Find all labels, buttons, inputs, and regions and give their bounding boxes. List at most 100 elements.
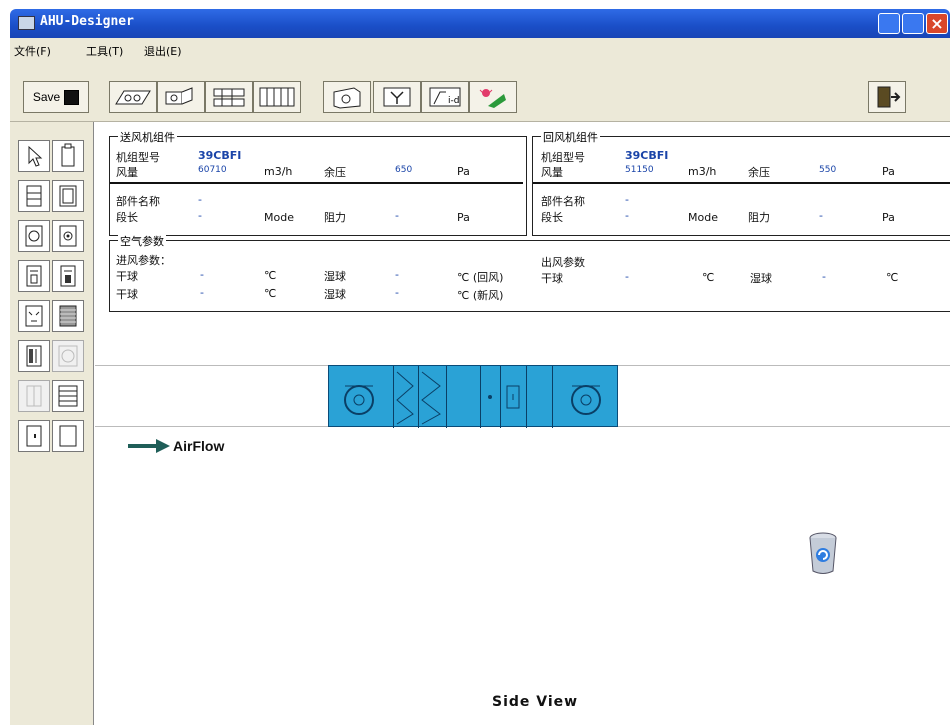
supply-group-title: 送风机组件 <box>118 129 177 145</box>
supply-resistance-unit: Pa <box>457 211 470 224</box>
fresh-air-label: ℃ (新风) <box>457 289 504 302</box>
air-params-group: 空气参数 进风参数： 干球 - ℃ 湿球 - ℃ (回风) 干球 - ℃ 湿球 … <box>109 233 950 312</box>
supply-pressure-unit: Pa <box>457 165 470 178</box>
unit-3d-view-icon[interactable] <box>323 81 371 113</box>
fan-section-icon[interactable] <box>18 220 50 252</box>
inlet-drybulb-return-value: - <box>200 268 204 281</box>
outlet-wetbulb-label: 湿球 <box>750 272 772 285</box>
return-pressure-unit: Pa <box>882 165 895 178</box>
return-fan-section[interactable] <box>552 366 618 428</box>
inlet-wetbulb-return-label: 湿球 <box>324 270 346 283</box>
supply-resistance-label: 阻力 <box>324 211 346 224</box>
wheel-section-icon <box>52 340 84 372</box>
return-mode-label: Mode <box>688 211 718 224</box>
svg-text:i-d: i-d <box>448 96 459 106</box>
air-params-title: 空气参数 <box>118 233 166 249</box>
return-model-label: 机组型号 <box>541 151 585 164</box>
access-section[interactable] <box>526 366 553 428</box>
return-fan-group: 回风机组件 机组型号 39CBFI 风量 51150 m3/h 余压 550 P… <box>532 129 950 236</box>
app-icon <box>18 16 35 30</box>
inlet-drybulb-fresh-value: - <box>200 286 204 299</box>
door-section-icon[interactable] <box>18 420 50 452</box>
component-grid-tool-icon[interactable] <box>205 81 253 113</box>
return-resistance-label: 阻力 <box>748 211 770 224</box>
supply-part-name-label: 部件名称 <box>116 195 160 208</box>
menu-tools[interactable]: 工具(T) <box>86 43 123 59</box>
access-section-icon <box>18 380 50 412</box>
inlet-drybulb-return-unit: ℃ <box>264 269 277 282</box>
louver-section-icon[interactable] <box>52 380 84 412</box>
plug-fan-section-icon[interactable] <box>52 220 84 252</box>
supply-model-label: 机组型号 <box>116 151 160 164</box>
cooling-coil-icon[interactable] <box>52 260 84 292</box>
heating-section[interactable] <box>480 366 501 428</box>
title-bar[interactable]: AHU-Designer × <box>10 9 950 38</box>
filter-bank-tool-icon[interactable] <box>253 81 301 113</box>
menu-exit[interactable]: 退出(E) <box>144 43 182 59</box>
return-pressure-label: 余压 <box>748 166 770 179</box>
supply-section-length-value: - <box>198 209 202 222</box>
return-air-label: ℃ (回风) <box>457 271 504 284</box>
design-canvas[interactable]: 送风机组件 机组型号 39CBFI 风量 60710 m3/h 余压 650 P… <box>95 122 950 725</box>
heating-coil-icon[interactable] <box>18 260 50 292</box>
calculate-tool-icon[interactable] <box>469 81 517 113</box>
side-view-label: Side View <box>492 694 579 710</box>
pointer-tool-icon[interactable] <box>18 140 50 172</box>
inlet-drybulb-label: 干球 <box>116 270 138 283</box>
airflow-label: AirFlow <box>173 438 225 454</box>
inlet-wetbulb-fresh-label: 湿球 <box>324 288 346 301</box>
supply-model-value: 39CBFI <box>198 149 242 162</box>
coil-tool-icon[interactable] <box>373 81 421 113</box>
humidifier-section-icon[interactable] <box>18 300 50 332</box>
supply-airflow-unit: m3/h <box>264 165 293 178</box>
outlet-wetbulb-unit: ℃ <box>886 271 899 284</box>
return-airflow-label: 风量 <box>541 166 563 179</box>
supply-resistance-value: - <box>395 209 399 222</box>
return-part-name-value: - <box>625 193 629 206</box>
chart-tool-icon[interactable]: i-d <box>421 81 469 113</box>
window-title: AHU-Designer <box>40 14 134 29</box>
supply-airflow-label: 风量 <box>116 166 138 179</box>
supply-divider <box>110 182 523 184</box>
return-part-name-label: 部件名称 <box>541 195 585 208</box>
inlet-drybulb-fresh-unit: ℃ <box>264 287 277 300</box>
airflow-arrow-icon <box>128 439 170 453</box>
exit-door-icon[interactable] <box>868 81 906 113</box>
empty-section-icon[interactable] <box>52 420 84 452</box>
fan-unit-tool-icon[interactable] <box>109 81 157 113</box>
humidifier-section[interactable] <box>500 366 527 428</box>
inlet-params-label: 进风参数： <box>116 254 171 267</box>
return-airflow-value: 51150 <box>625 165 654 175</box>
silencer-section-icon[interactable] <box>18 340 50 372</box>
heat-exchanger-icon[interactable] <box>52 300 84 332</box>
outlet-drybulb-unit: ℃ <box>702 271 715 284</box>
return-model-value: 39CBFI <box>625 149 669 162</box>
close-button[interactable]: × <box>926 13 948 34</box>
empty-section[interactable] <box>446 366 481 428</box>
outlet-wetbulb-value: - <box>822 270 826 283</box>
inlet-drybulb-fresh-label: 干球 <box>116 288 138 301</box>
minimize-button[interactable] <box>878 13 900 34</box>
coil-section[interactable] <box>418 366 447 428</box>
outlet-drybulb-label: 干球 <box>541 272 563 285</box>
supply-pressure-label: 余压 <box>324 166 346 179</box>
damper-section-icon[interactable] <box>18 180 50 212</box>
maximize-button[interactable] <box>902 13 924 34</box>
save-label: Save <box>32 90 61 104</box>
menu-file[interactable]: 文件(F) <box>14 43 51 59</box>
filter-section[interactable] <box>393 366 419 428</box>
fan-section[interactable] <box>329 366 394 428</box>
return-resistance-value: - <box>819 209 823 222</box>
outlet-params-label: 出风参数 <box>541 256 585 269</box>
component-palette <box>10 122 94 725</box>
mixing-box-icon[interactable] <box>52 140 84 172</box>
filter-section-icon[interactable] <box>52 180 84 212</box>
return-divider <box>533 182 950 184</box>
floppy-icon <box>64 89 80 105</box>
menu-bar: 文件(F) 工具(T) 退出(E) <box>10 38 950 62</box>
supply-mode-label: Mode <box>264 211 294 224</box>
ahu-unit-diagram[interactable] <box>328 365 618 428</box>
save-button[interactable]: Save <box>23 81 89 113</box>
recycle-bin-icon[interactable] <box>807 531 839 577</box>
box-unit-tool-icon[interactable] <box>157 81 205 113</box>
